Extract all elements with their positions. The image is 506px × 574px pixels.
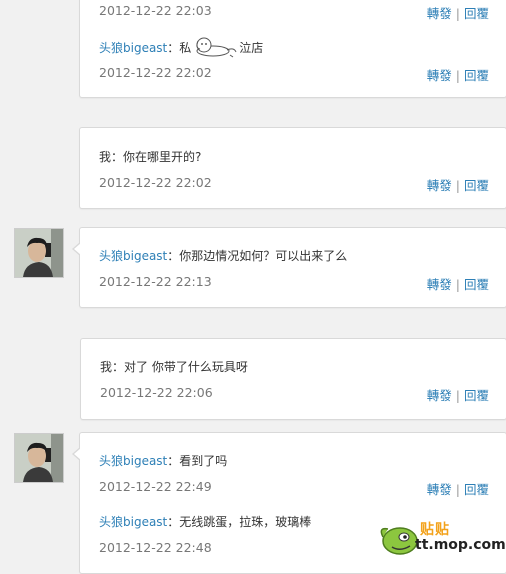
reply-link[interactable]: 回覆 xyxy=(464,68,489,83)
forward-link[interactable]: 轉發 xyxy=(427,482,452,497)
message-card: 头狼bigeast：你那边情况如何？可以出来了么 2012-12-22 22:1… xyxy=(72,227,506,308)
message-card: 我：对了 你带了什么玩具呀 2012-12-22 22:06 轉發 | 回覆 xyxy=(80,338,506,420)
message-time: 2012-12-22 22:02 xyxy=(99,175,212,190)
message-actions: 轉發 | 回覆 xyxy=(427,3,489,22)
reply-link[interactable]: 回覆 xyxy=(464,6,489,21)
puppy-emoticon-icon xyxy=(196,37,237,58)
action-separator: | xyxy=(455,277,460,292)
forward-link[interactable]: 轉發 xyxy=(427,277,452,292)
sender-name[interactable]: 头狼bigeast xyxy=(99,41,167,55)
watermark-cn-text: 贴贴 xyxy=(420,522,450,538)
message-actions: 轉發 | 回覆 xyxy=(427,274,489,293)
message-text: 头狼bigeast：私 泣店 xyxy=(99,36,263,58)
message-actions: 轉發 | 回覆 xyxy=(427,175,489,194)
message-actions: 轉發 | 回覆 xyxy=(427,65,489,84)
message-actions: 轉發 | 回覆 xyxy=(427,385,489,404)
message-text: 头狼bigeast：看到了吗 xyxy=(99,454,228,468)
message-time: 2012-12-22 22:13 xyxy=(99,274,212,289)
sender-name[interactable]: 头狼bigeast xyxy=(99,454,167,468)
watermark-site-text: tt.mop.com xyxy=(415,537,506,553)
sender-name[interactable]: 头狼bigeast xyxy=(99,249,167,263)
action-separator: | xyxy=(455,388,460,403)
message-card: 我：你在哪里开的? 2012-12-22 22:02 轉發 | 回覆 xyxy=(79,127,506,209)
message-text: 我：你在哪里开的? xyxy=(99,150,202,164)
user-avatar-icon xyxy=(15,229,63,277)
forward-link[interactable]: 轉發 xyxy=(427,388,452,403)
reply-link[interactable]: 回覆 xyxy=(464,277,489,292)
action-separator: | xyxy=(455,178,460,193)
forward-link[interactable]: 轉發 xyxy=(427,178,452,193)
avatar[interactable] xyxy=(14,433,64,483)
reply-link[interactable]: 回覆 xyxy=(464,482,489,497)
reply-link[interactable]: 回覆 xyxy=(464,388,489,403)
forward-link[interactable]: 轉發 xyxy=(427,68,452,83)
message-time: 2012-12-22 22:49 xyxy=(99,479,212,494)
forward-link[interactable]: 轉發 xyxy=(427,6,452,21)
action-separator: | xyxy=(455,68,460,83)
reply-link[interactable]: 回覆 xyxy=(464,178,489,193)
message-time: 2012-12-22 22:06 xyxy=(100,385,213,400)
user-avatar-icon xyxy=(15,434,63,482)
message-actions: 轉發 | 回覆 xyxy=(427,479,489,498)
message-text: 头狼bigeast：你那边情况如何？可以出来了么 xyxy=(99,249,348,263)
watermark-logo: 贴贴 tt.mop.com xyxy=(378,515,506,563)
action-separator: | xyxy=(455,482,460,497)
message-time: 2012-12-22 22:02 xyxy=(99,65,212,80)
message-text: 我：对了 你带了什么玩具呀 xyxy=(100,360,248,374)
sender-name[interactable]: 头狼bigeast xyxy=(99,515,167,529)
avatar[interactable] xyxy=(14,228,64,278)
message-time: 2012-12-22 22:03 xyxy=(99,3,212,18)
message-text: 头狼bigeast：无线跳蛋，拉珠，玻璃棒 xyxy=(99,515,312,529)
message-card: 2012-12-22 22:03 轉發 | 回覆 头狼bigeast：私 泣店 20… xyxy=(79,0,506,98)
message-time: 2012-12-22 22:48 xyxy=(99,540,212,555)
action-separator: | xyxy=(455,6,460,21)
